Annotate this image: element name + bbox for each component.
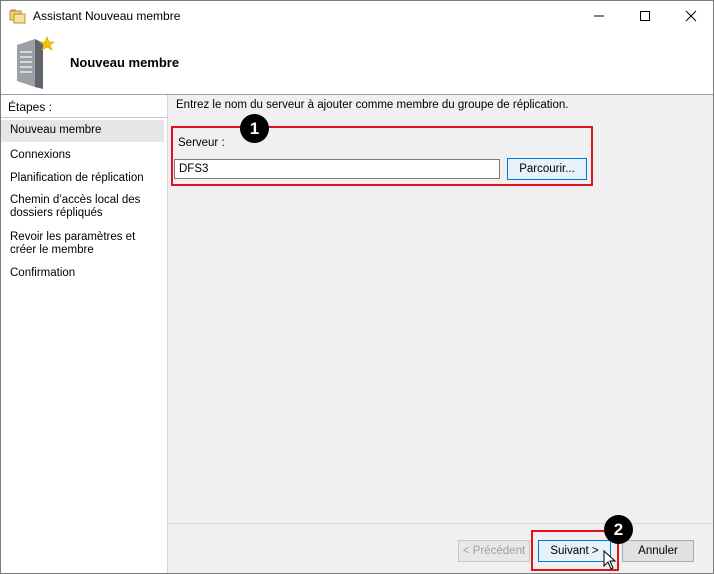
step-chemin-acces: Chemin d’accès local des dossiers répliq… [10, 194, 141, 219]
callout-2: 2 [604, 515, 633, 544]
page-title: Nouveau membre [70, 55, 180, 70]
minimize-icon [594, 15, 604, 17]
previous-button: < Précédent [458, 540, 530, 562]
callout-1: 1 [240, 114, 269, 143]
replication-app-icon [9, 9, 26, 24]
maximize-icon [640, 11, 650, 21]
steps-heading: Étapes : [8, 100, 53, 114]
step-nouveau-membre: Nouveau membre [1, 120, 164, 142]
step-revoir-parametres: Revoir les paramètres et créer le membre [10, 231, 136, 256]
instruction-text: Entrez le nom du serveur à ajouter comme… [176, 99, 569, 111]
minimize-button[interactable] [576, 1, 622, 31]
steps-sidebar: Étapes : Nouveau membre Connexions Plani… [1, 95, 168, 573]
close-button[interactable] [668, 1, 714, 31]
wizard-window: Assistant Nouveau membre Nouveau membre … [0, 0, 714, 574]
title-bar[interactable]: Assistant Nouveau membre [1, 1, 713, 31]
window-title: Assistant Nouveau membre [33, 9, 181, 23]
cancel-button[interactable]: Annuler [622, 540, 694, 562]
steps-divider [1, 117, 167, 118]
wizard-header: Nouveau membre [1, 31, 713, 94]
step-planification: Planification de réplication [10, 172, 144, 184]
maximize-button[interactable] [622, 1, 668, 31]
close-icon [685, 10, 697, 22]
server-star-icon [17, 36, 55, 89]
mouse-cursor-icon [603, 550, 617, 570]
server-highlight-box [171, 126, 593, 186]
step-connexions: Connexions [10, 149, 71, 161]
step-confirmation: Confirmation [10, 267, 76, 279]
